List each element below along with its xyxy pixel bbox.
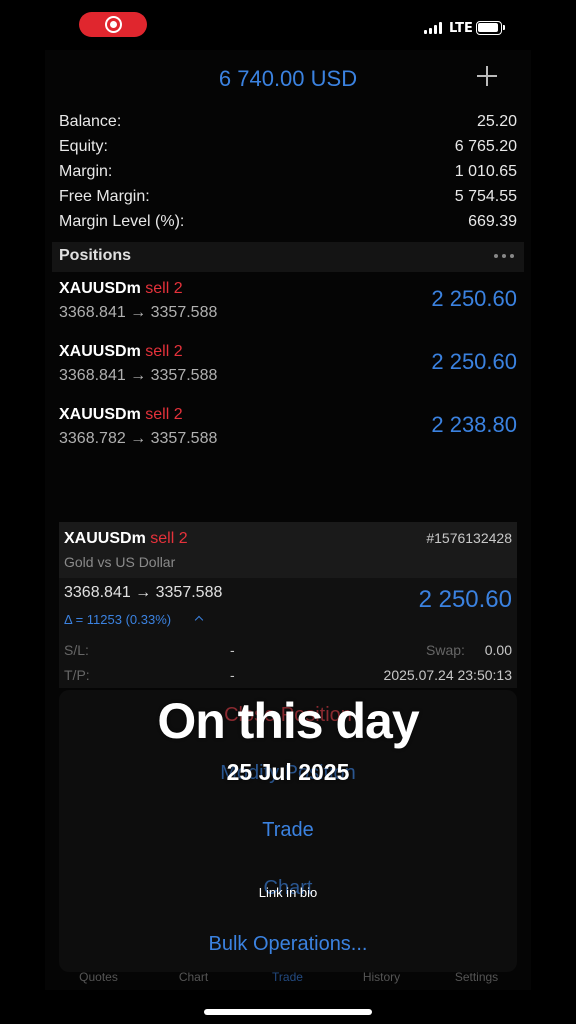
free-margin-value: 5 754.55 bbox=[454, 188, 517, 205]
position-profit: 2 250.60 bbox=[431, 349, 517, 374]
tab-settings[interactable]: Settings bbox=[428, 970, 525, 984]
position-profit: 2 250.60 bbox=[431, 286, 517, 311]
tab-quotes[interactable]: Quotes bbox=[50, 970, 147, 984]
cellular-signal-icon bbox=[424, 22, 442, 34]
detail-description: Gold vs US Dollar bbox=[64, 554, 176, 570]
margin-label: Margin: bbox=[59, 163, 113, 180]
margin-level-row: Margin Level (%): 669.39 bbox=[59, 213, 517, 238]
swap-label: Swap: bbox=[426, 642, 465, 658]
position-symbol: XAUUSDm bbox=[59, 343, 141, 360]
equity-label: Equity: bbox=[59, 138, 108, 155]
equity-title: 6 740.00 USD bbox=[218, 66, 358, 91]
battery-icon bbox=[476, 21, 505, 35]
position-detail-card: XAUUSDm sell 2 #1576132428 Gold vs US Do… bbox=[59, 522, 517, 688]
overlay-title: On this day bbox=[157, 693, 419, 749]
sl-label: S/L: bbox=[64, 642, 89, 658]
positions-title: Positions bbox=[59, 247, 132, 264]
status-bar: LTE bbox=[0, 0, 576, 50]
free-margin-label: Free Margin: bbox=[59, 188, 150, 205]
position-prices: 3368.782 → 3357.588 bbox=[59, 430, 218, 447]
position-side: sell 2 bbox=[145, 343, 183, 360]
home-indicator[interactable] bbox=[204, 1009, 372, 1015]
plus-icon[interactable] bbox=[475, 64, 499, 88]
margin-value: 1 010.65 bbox=[454, 163, 517, 180]
balance-value: 25.20 bbox=[476, 113, 517, 130]
tab-chart[interactable]: Chart bbox=[145, 970, 242, 984]
detail-symbol: XAUUSDm bbox=[64, 530, 146, 547]
position-profit: 2 238.80 bbox=[431, 412, 517, 437]
positions-section-header: Positions bbox=[52, 242, 524, 272]
detail-prices: 3368.841 → 3357.588 bbox=[64, 584, 223, 601]
tab-history[interactable]: History bbox=[333, 970, 430, 984]
detail-delta: Δ = 11253 (0.33%) bbox=[64, 612, 172, 627]
screen-recording-indicator[interactable] bbox=[79, 12, 147, 37]
margin-level-value: 669.39 bbox=[468, 213, 517, 230]
tab-trade[interactable]: Trade bbox=[239, 970, 336, 984]
overlay-link: Link in bio bbox=[258, 885, 318, 900]
equity-row: Equity: 6 765.20 bbox=[59, 138, 517, 163]
balance-row: Balance: 25.20 bbox=[59, 113, 517, 138]
open-time: 2025.07.24 23:50:13 bbox=[383, 667, 512, 683]
detail-ticket: #1576132428 bbox=[426, 530, 512, 546]
margin-level-label: Margin Level (%): bbox=[59, 213, 185, 230]
chevron-up-icon[interactable] bbox=[194, 615, 204, 625]
free-margin-row: Free Margin: 5 754.55 bbox=[59, 188, 517, 213]
position-prices: 3368.841 → 3357.588 bbox=[59, 304, 218, 321]
more-options-icon[interactable] bbox=[494, 254, 514, 258]
equity-value: 6 765.20 bbox=[454, 138, 517, 155]
margin-row: Margin: 1 010.65 bbox=[59, 163, 517, 188]
overlay-date: 25 Jul 2025 bbox=[226, 759, 350, 785]
trade-button[interactable]: Trade bbox=[59, 819, 517, 842]
position-symbol: XAUUSDm bbox=[59, 406, 141, 423]
detail-profit: 2 250.60 bbox=[418, 586, 512, 613]
position-row[interactable]: XAUUSDm sell 2 3368.841 → 3357.588 2 250… bbox=[59, 280, 517, 340]
swap-value: 0.00 bbox=[484, 642, 512, 658]
record-icon bbox=[105, 16, 122, 33]
bulk-operations-button[interactable]: Bulk Operations... bbox=[59, 933, 517, 956]
position-row[interactable]: XAUUSDm sell 2 3368.841 → 3357.588 2 250… bbox=[59, 343, 517, 403]
position-side: sell 2 bbox=[145, 280, 183, 297]
position-prices: 3368.841 → 3357.588 bbox=[59, 367, 218, 384]
position-row[interactable]: XAUUSDm sell 2 3368.782 → 3357.588 2 238… bbox=[59, 406, 517, 466]
position-side: sell 2 bbox=[145, 406, 183, 423]
detail-side: sell 2 bbox=[150, 530, 188, 547]
network-type: LTE bbox=[449, 21, 473, 36]
sl-value: - bbox=[230, 642, 235, 658]
tp-value: - bbox=[230, 667, 235, 683]
detail-header: XAUUSDm sell 2 #1576132428 Gold vs US Do… bbox=[59, 522, 517, 578]
tab-bar: Quotes Chart Trade History Settings bbox=[45, 964, 531, 994]
balance-label: Balance: bbox=[59, 113, 122, 130]
tp-label: T/P: bbox=[64, 667, 90, 683]
position-symbol: XAUUSDm bbox=[59, 280, 141, 297]
